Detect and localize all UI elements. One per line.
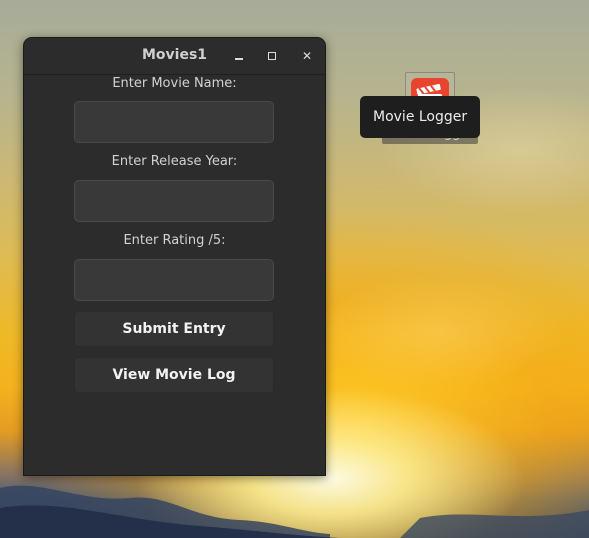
maximize-icon xyxy=(268,52,276,60)
close-button[interactable]: ✕ xyxy=(297,46,317,66)
desktop: Movie Logger Movie Logger Movies1 ✕ Ente… xyxy=(0,0,589,538)
minimize-icon xyxy=(235,58,243,60)
view-movie-log-button[interactable]: View Movie Log xyxy=(74,357,274,393)
close-icon: ✕ xyxy=(301,49,313,63)
title-bar[interactable]: Movies1 ✕ xyxy=(24,38,325,75)
submit-entry-button[interactable]: Submit Entry xyxy=(74,311,274,347)
maximize-button[interactable] xyxy=(262,46,282,66)
rating-input[interactable] xyxy=(74,259,274,301)
movies-window: Movies1 ✕ Enter Movie Name: Enter Releas… xyxy=(23,37,326,476)
tooltip: Movie Logger xyxy=(360,96,481,138)
release-year-input[interactable] xyxy=(74,180,274,222)
movie-name-label: Enter Movie Name: xyxy=(112,76,237,91)
release-year-label: Enter Release Year: xyxy=(111,154,238,169)
minimize-button[interactable] xyxy=(229,46,249,66)
rating-label: Enter Rating /5: xyxy=(123,233,226,248)
movie-name-input[interactable] xyxy=(74,101,274,143)
